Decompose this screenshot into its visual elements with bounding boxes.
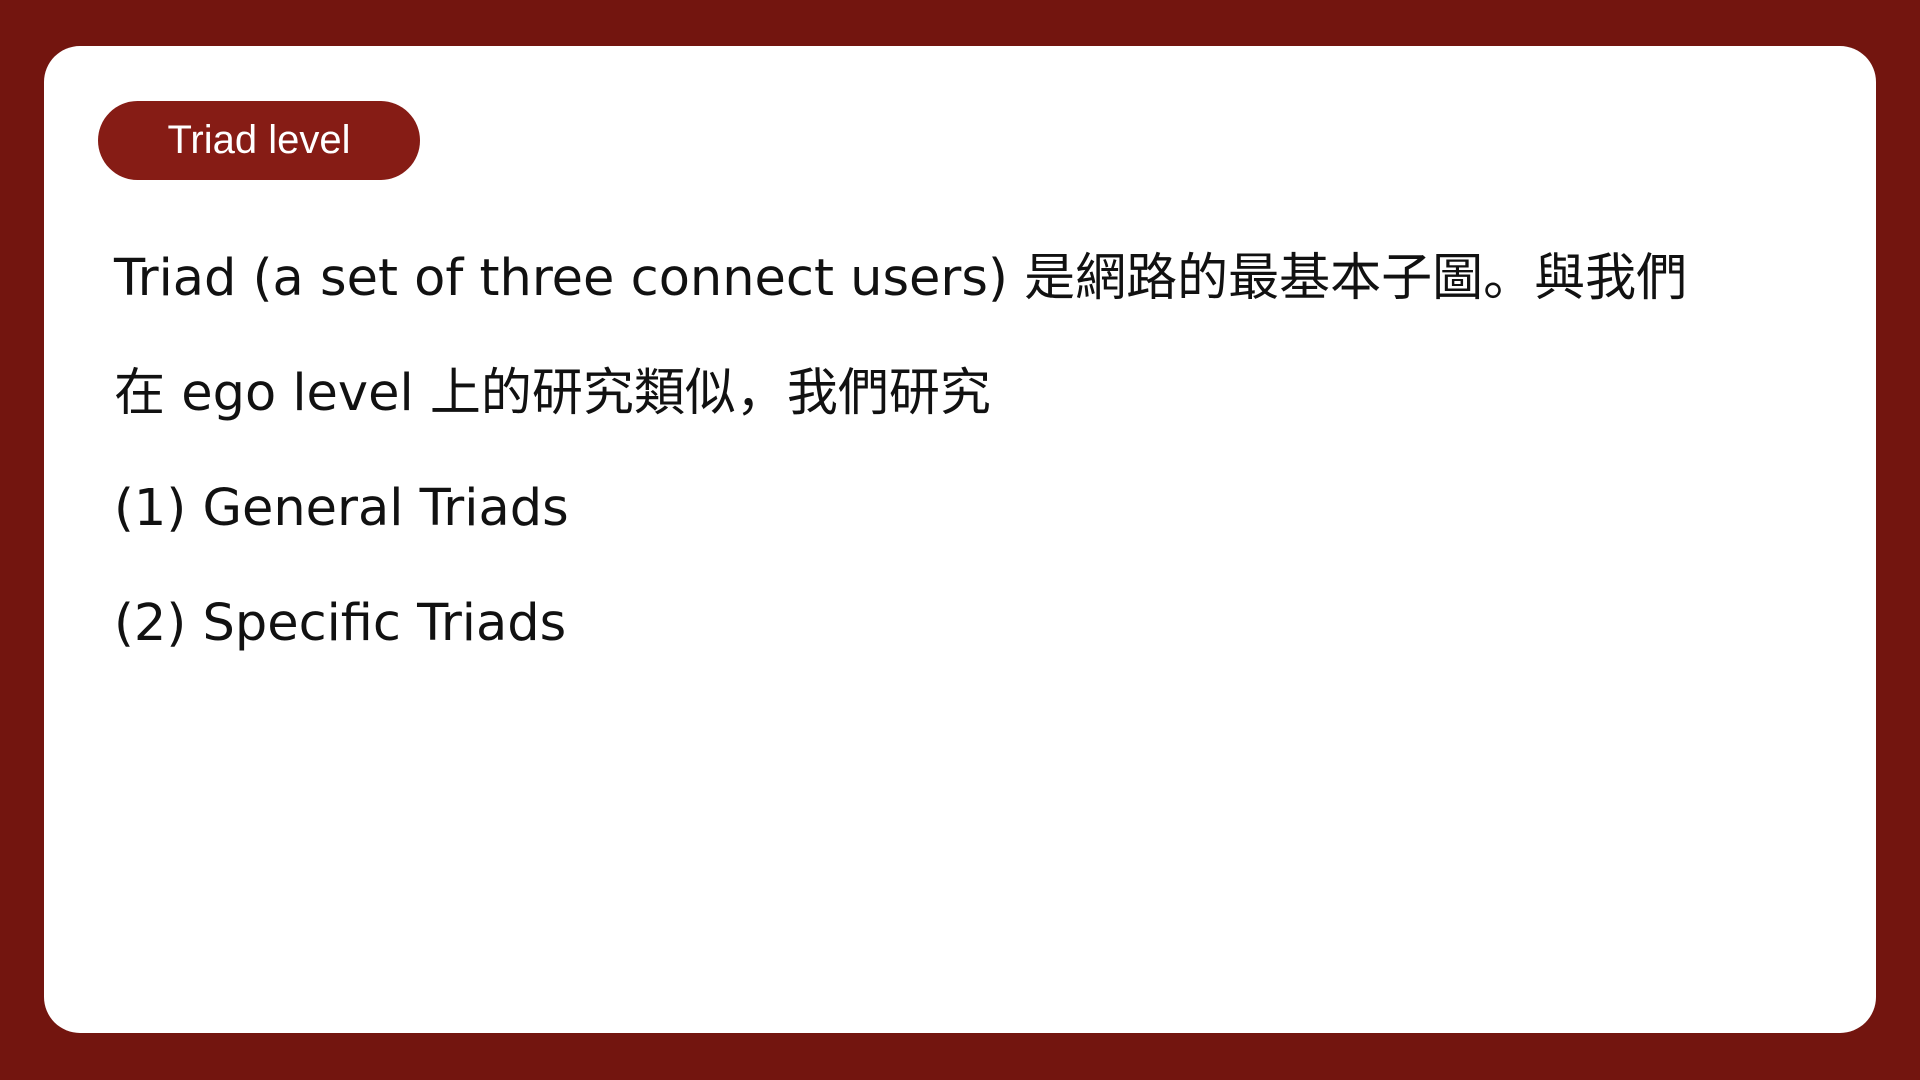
list-item-general-triads: (1) General Triads <box>114 479 569 538</box>
list-item-specific-triads: (2) Specific Triads <box>114 594 567 653</box>
paragraph-line-2: 在 ego level 上的研究類似，我們研究 <box>114 364 991 423</box>
slide-body: Triad (a set of three connect users) 是網路… <box>114 221 1814 681</box>
section-label-badge: Triad level <box>98 101 420 180</box>
slide-frame: Triad level Triad (a set of three connec… <box>0 0 1920 1080</box>
slide-card: Triad level Triad (a set of three connec… <box>44 46 1876 1033</box>
paragraph-line-1: Triad (a set of three connect users) 是網路… <box>114 249 1688 308</box>
